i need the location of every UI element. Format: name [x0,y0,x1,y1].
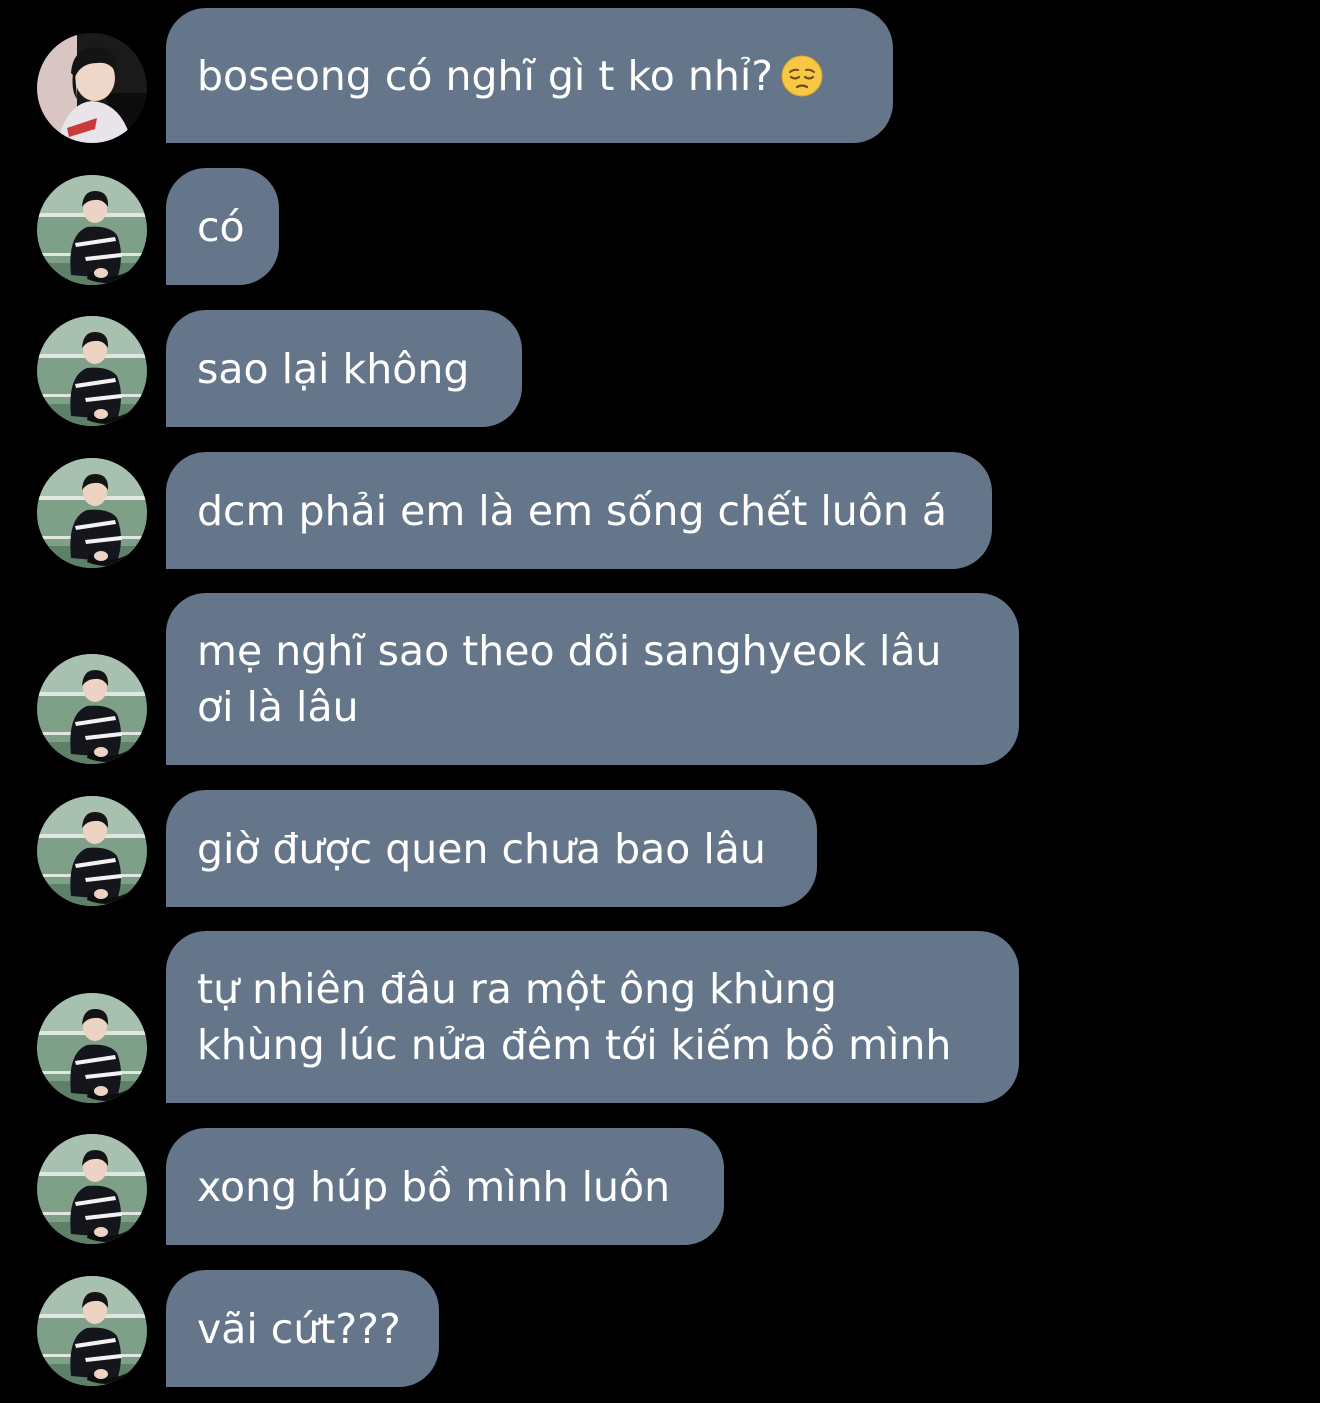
message-text: giờ được quen chưa bao lâu [197,824,766,873]
pensive-face-icon [781,55,823,96]
message-bubble[interactable]: vãi cứt??? [166,1270,439,1387]
sender-avatar[interactable] [37,1134,147,1244]
sender-avatar[interactable] [37,175,147,285]
message-bubble[interactable]: giờ được quen chưa bao lâu [166,790,817,907]
sender-avatar[interactable] [37,796,147,906]
message-bubble[interactable]: tự nhiên đâu ra một ông khùng khùng lúc n… [166,931,1019,1103]
message-bubble[interactable]: có [166,168,279,285]
sender-avatar[interactable] [37,316,147,426]
message-text: tự nhiên đâu ra một ông khùng khùng lúc n… [197,965,952,1069]
message-bubble[interactable]: boseong có nghĩ gì t ko nhỉ? [166,8,893,143]
message-bubble[interactable]: mẹ nghĩ sao theo dõi sanghyeok lâu ơi là … [166,593,1019,765]
message-bubble[interactable]: sao lại không [166,310,522,427]
sender-avatar[interactable] [37,654,147,764]
sender-avatar[interactable] [37,1276,147,1386]
message-text: boseong có nghĩ gì t ko nhỉ? [197,51,773,100]
message-bubble[interactable]: xong húp bồ mình luôn [166,1128,724,1245]
message-text: dcm phải em là em sống chết luôn á [197,486,947,535]
sender-avatar[interactable] [37,993,147,1103]
message-bubble[interactable]: dcm phải em là em sống chết luôn á [166,452,992,569]
message-text: có [197,202,245,251]
message-text: mẹ nghĩ sao theo dõi sanghyeok lâu ơi là … [197,627,942,731]
message-text: xong húp bồ mình luôn [197,1162,671,1211]
message-text: vãi cứt??? [197,1304,401,1353]
sender-avatar-other[interactable] [37,33,147,143]
message-text: sao lại không [197,344,470,393]
sender-avatar[interactable] [37,458,147,568]
